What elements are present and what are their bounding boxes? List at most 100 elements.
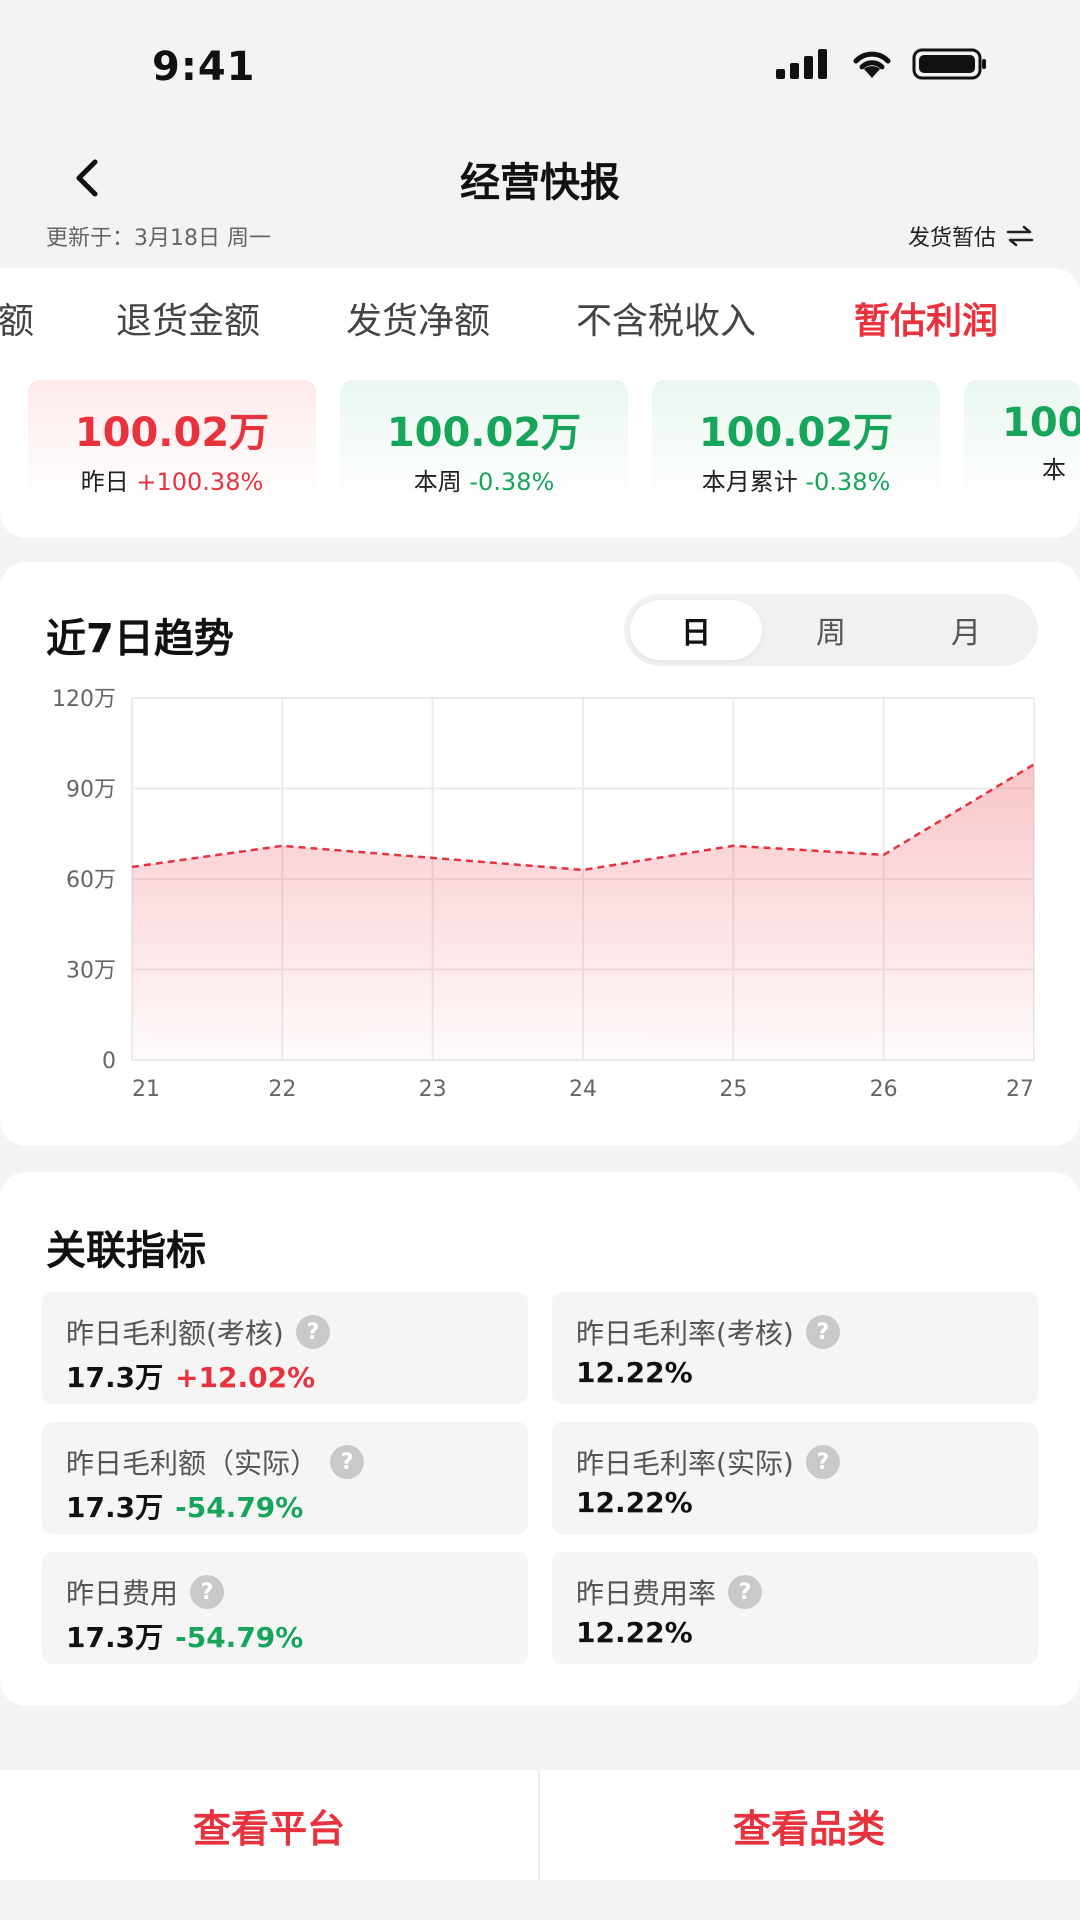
trend-card: 近7日趋势 日 周 月 0 30万 60万 90万 120万 21 22 23 24 25 26 27 xyxy=(0,562,1080,1146)
related-metric-label: 昨日费用率? xyxy=(576,1572,763,1612)
related-metric-label: 昨日毛利额(考核)? xyxy=(66,1312,330,1352)
related-metric-item[interactable]: 昨日毛利率(考核)? 12.22% xyxy=(552,1292,1038,1404)
metric-tabs: 金额 退货金额 发货净额 不含税收入 暂估利润 xyxy=(0,292,1080,352)
data-point xyxy=(430,855,436,861)
related-metric-label: 昨日费用? xyxy=(66,1572,225,1612)
related-metric-value-text: 17.3万 xyxy=(66,1491,164,1524)
tab-estimated-profit[interactable]: 暂估利润 xyxy=(854,292,998,344)
related-metric-value: 12.22% xyxy=(576,1356,693,1389)
update-row: 更新于：3月18日 周一 发货暂估 xyxy=(0,220,1080,260)
tab-return-amount[interactable]: 退货金额 xyxy=(116,292,260,344)
swap-icon xyxy=(1006,225,1034,247)
metric-value: 100.02万 xyxy=(386,410,582,456)
tab-pretax-income[interactable]: 不含税收入 xyxy=(576,292,756,344)
related-metric-change: -54.79% xyxy=(175,1491,304,1524)
related-metric-value: 12.22% xyxy=(576,1486,693,1519)
related-metric-item[interactable]: 昨日费用? 17.3万 -54.79% xyxy=(42,1552,528,1664)
related-metric-item[interactable]: 昨日毛利额（实际）? 17.3万 -54.79% xyxy=(42,1422,528,1534)
phone-screen: 9:41 经营快报 更新于：3月18日 周一 发货暂估 额 退货金额 发货净额 … xyxy=(0,0,1080,1920)
related-metric-item[interactable]: 昨日费用率? 12.22% xyxy=(552,1552,1038,1664)
trend-title: 近7日趋势 xyxy=(46,616,234,662)
ship-estimate-label: 发货暂估 xyxy=(907,226,996,251)
related-metric-value-text: 12.22% xyxy=(576,1616,693,1649)
battery-icon xyxy=(912,48,986,80)
metric-partial[interactable]: 100 本 xyxy=(964,380,1080,500)
related-metric-label-text: 昨日费用率 xyxy=(576,1577,717,1610)
related-metric-value: 12.22% xyxy=(576,1616,693,1649)
related-metric-label: 昨日毛利率(考核)? xyxy=(576,1312,840,1352)
related-metric-label: 昨日毛利率(实际)? xyxy=(576,1442,840,1482)
related-metric-value-text: 12.22% xyxy=(576,1486,693,1519)
metric-sub: 本 xyxy=(1042,456,1066,484)
status-icons xyxy=(776,48,988,80)
period-segment: 日 周 月 xyxy=(624,594,1038,666)
x-tick-label: 22 xyxy=(268,1077,296,1102)
y-tick-label: 90万 xyxy=(66,778,116,803)
related-metrics-card: 关联指标 昨日毛利额(考核)? 17.3万 +12.02% 昨日毛利率(考核)? 12.… xyxy=(0,1172,1080,1706)
help-icon[interactable]: ? xyxy=(805,1445,840,1479)
segment-day[interactable]: 日 xyxy=(630,600,762,660)
status-bar: 9:41 xyxy=(0,0,1080,130)
related-metric-label-text: 昨日毛利率(实际) xyxy=(576,1447,794,1480)
signal-icon xyxy=(776,49,827,79)
metric-change: +100.38% xyxy=(136,468,264,496)
segment-week[interactable]: 周 xyxy=(765,600,897,660)
related-metric-label-text: 昨日毛利率(考核) xyxy=(576,1317,794,1350)
related-metric-label-text: 昨日毛利额(考核) xyxy=(66,1317,284,1350)
related-metric-value: 17.3万 -54.79% xyxy=(66,1616,303,1656)
related-metric-change: +12.02% xyxy=(175,1361,316,1394)
page-title: 经营快报 xyxy=(460,160,620,206)
update-time: 更新于：3月18日 周一 xyxy=(46,226,271,251)
related-metric-item[interactable]: 昨日毛利率(实际)? 12.22% xyxy=(552,1422,1038,1534)
x-tick-label: 23 xyxy=(419,1077,447,1102)
help-icon[interactable]: ? xyxy=(728,1575,763,1609)
bottom-action-bar: 查看平台 查看品类 xyxy=(0,1770,1080,1880)
y-tick-label: 30万 xyxy=(66,959,116,984)
data-point xyxy=(1031,761,1037,767)
metric-value: 100.02万 xyxy=(698,410,894,456)
metric-change: -0.38% xyxy=(805,468,891,496)
metric-yesterday[interactable]: 100.02万 昨日 +100.38% xyxy=(28,380,316,500)
view-platform-button[interactable]: 查看平台 xyxy=(0,1770,538,1880)
ship-estimate-toggle[interactable]: 发货暂估 xyxy=(908,220,1034,252)
help-icon[interactable]: ? xyxy=(295,1315,330,1349)
related-metric-value-text: 17.3万 xyxy=(66,1361,164,1394)
help-icon[interactable]: ? xyxy=(330,1445,365,1479)
y-tick-label: 0 xyxy=(102,1049,116,1074)
status-time: 9:41 xyxy=(152,44,256,90)
y-tick-label: 120万 xyxy=(52,687,116,712)
related-title: 关联指标 xyxy=(46,1228,206,1274)
metric-change: -0.38% xyxy=(469,468,555,496)
x-tick-label: 24 xyxy=(569,1077,597,1102)
tab-amount[interactable]: 金额 xyxy=(0,292,34,344)
view-category-button[interactable]: 查看品类 xyxy=(540,1770,1078,1880)
tab-net-shipment[interactable]: 发货净额 xyxy=(346,292,490,344)
help-icon[interactable]: ? xyxy=(805,1315,840,1349)
related-metric-label: 昨日毛利额（实际）? xyxy=(66,1442,365,1482)
related-metric-label-text: 昨日费用 xyxy=(66,1577,179,1610)
metric-month-cumulative[interactable]: 100.02万 本月累计 -0.38% xyxy=(652,380,940,500)
related-metric-label-text: 昨日毛利额（实际） xyxy=(66,1447,319,1480)
nav-bar: 经营快报 xyxy=(0,130,1080,230)
metric-sub: 昨日 +100.38% xyxy=(80,468,264,496)
data-point xyxy=(129,864,135,870)
data-point xyxy=(881,852,887,858)
x-tick-label: 25 xyxy=(719,1077,747,1102)
metric-this-week[interactable]: 100.02万 本周 -0.38% xyxy=(340,380,628,500)
help-icon[interactable]: ? xyxy=(190,1575,225,1609)
data-point xyxy=(279,843,285,849)
segment-month[interactable]: 月 xyxy=(900,600,1032,660)
related-metric-value: 17.3万 -54.79% xyxy=(66,1486,303,1526)
related-metric-value: 17.3万 +12.02% xyxy=(66,1356,315,1396)
related-metric-item[interactable]: 昨日毛利额(考核)? 17.3万 +12.02% xyxy=(42,1292,528,1404)
wifi-icon xyxy=(853,51,891,78)
metric-tabs-card: 金额 退货金额 发货净额 不含税收入 暂估利润 100.02万 昨日 +100.… xyxy=(0,268,1080,538)
x-tick-label: 21 xyxy=(132,1077,160,1102)
data-point xyxy=(580,867,586,873)
metric-sub: 本月累计 -0.38% xyxy=(701,468,891,496)
metric-value: 100 xyxy=(1002,400,1080,446)
metric-sub: 本周 -0.38% xyxy=(413,468,555,496)
related-metric-change: -54.79% xyxy=(175,1621,304,1654)
data-point xyxy=(730,843,736,849)
x-tick-label: 27 xyxy=(1006,1077,1034,1102)
